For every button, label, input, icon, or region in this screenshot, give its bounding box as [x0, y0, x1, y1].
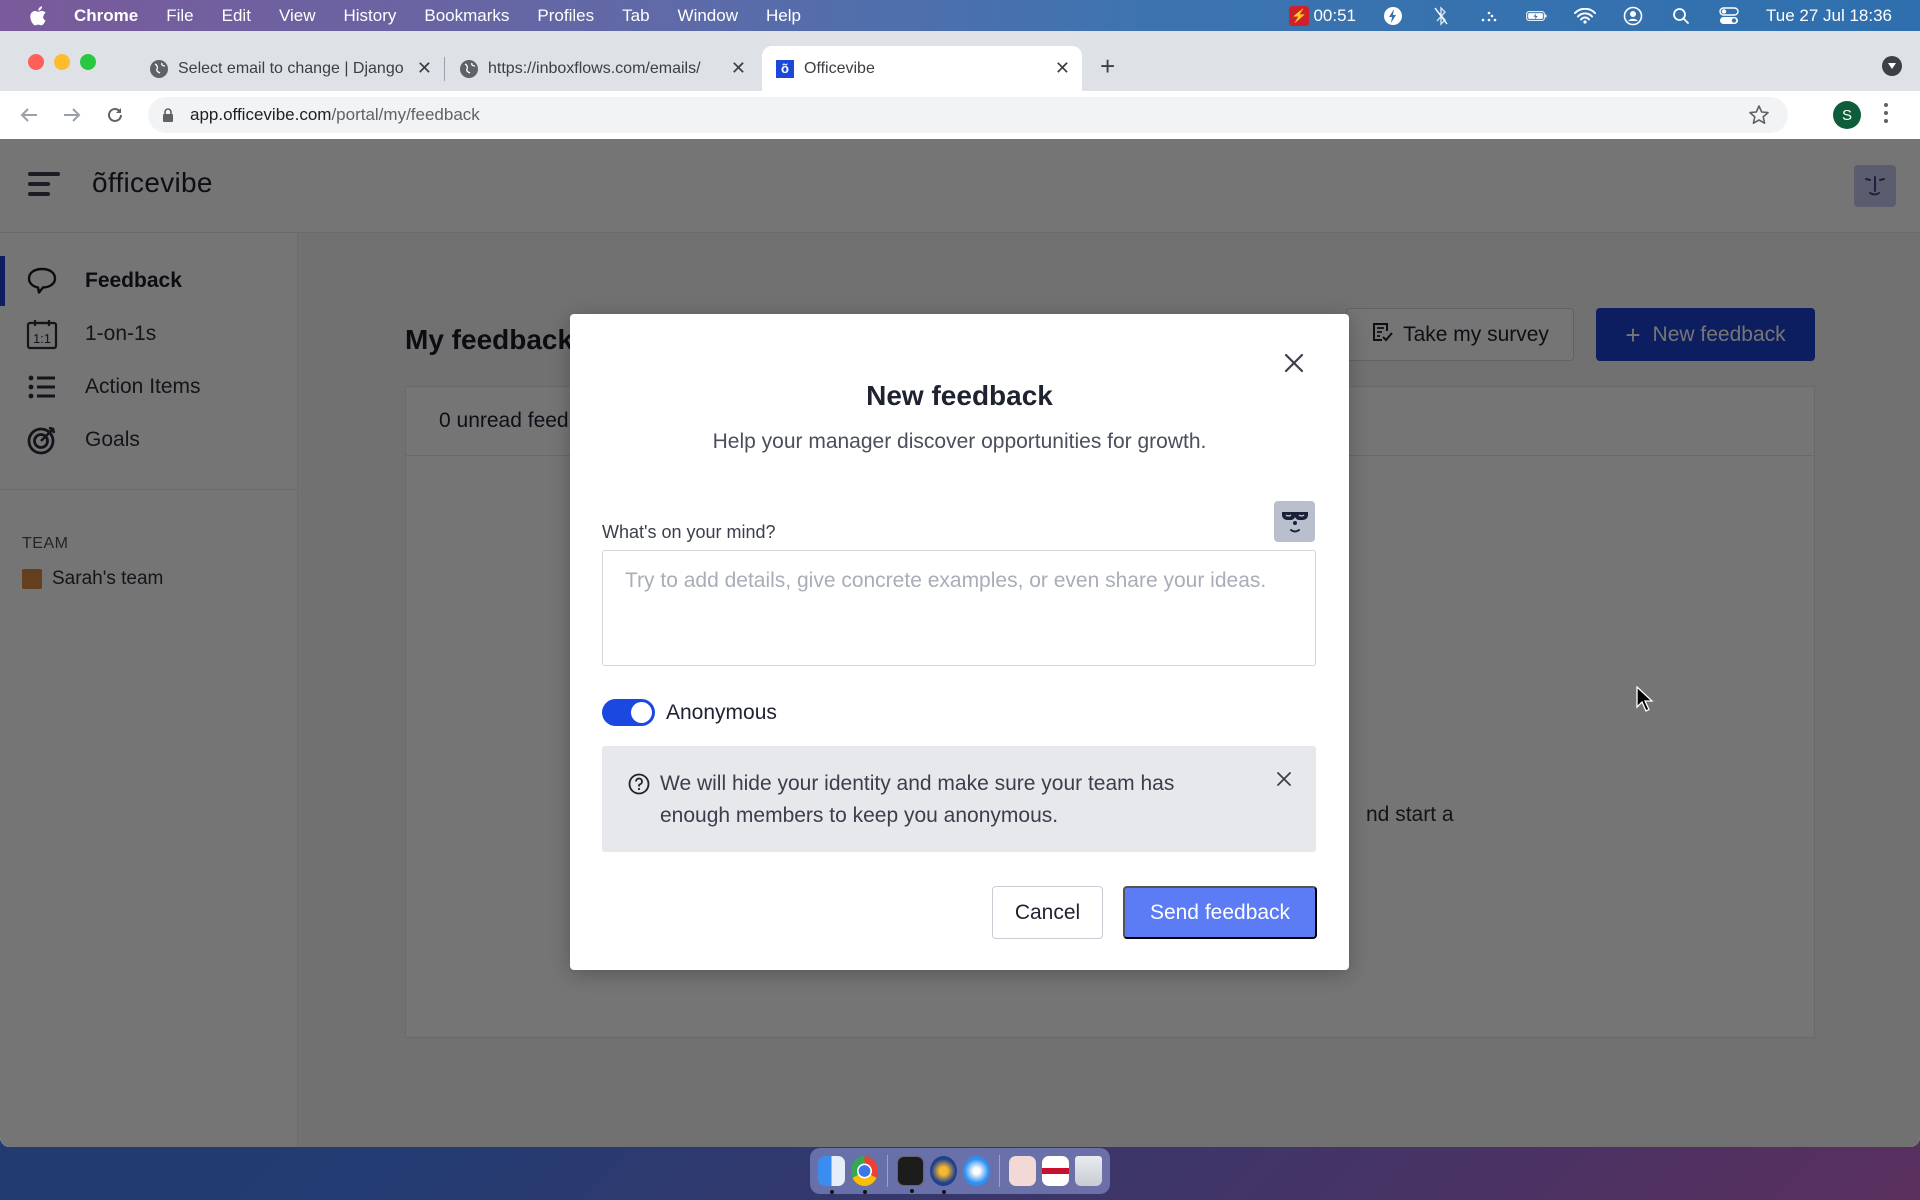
dismiss-info-icon[interactable] [1276, 771, 1292, 787]
tab-django[interactable]: Select email to change | Django ✕ [136, 46, 444, 91]
dock-preview-icon[interactable] [1042, 1156, 1070, 1186]
dock-separator [999, 1155, 1001, 1187]
menu-help[interactable]: Help [766, 6, 801, 26]
send-feedback-button[interactable]: Send feedback [1123, 886, 1317, 939]
reload-button[interactable] [103, 103, 127, 127]
recording-time: 00:51 [1313, 5, 1356, 25]
profile-avatar[interactable]: S [1833, 101, 1861, 129]
user-icon[interactable] [1622, 6, 1644, 26]
dock-terminal-icon[interactable] [896, 1156, 925, 1193]
minimize-window-button[interactable] [54, 54, 70, 70]
feedback-field-label: What's on your mind? [602, 522, 776, 542]
feedback-textarea[interactable] [602, 550, 1316, 666]
dock-chrome-icon[interactable] [851, 1156, 878, 1194]
browser-menu-icon[interactable] [1884, 103, 1888, 123]
menubar-status-area: ⚡ 00:51 Tue 27 Jul 18:36 [1289, 0, 1892, 31]
tab-title: https://inboxflows.com/emails/ [488, 59, 701, 77]
dock-finder-icon[interactable] [818, 1156, 845, 1194]
control-center-icon[interactable] [1718, 6, 1740, 26]
url-host: app.officevibe.com [190, 105, 332, 124]
anonymous-label: Anonymous [666, 700, 777, 724]
anonymous-toggle-row: Anonymous [602, 699, 777, 726]
menu-history[interactable]: History [343, 6, 396, 26]
close-tab-icon[interactable]: ✕ [1055, 58, 1070, 79]
tab-officevibe[interactable]: õ Officevibe ✕ [762, 46, 1082, 91]
cancel-button[interactable]: Cancel [992, 886, 1103, 939]
menu-profiles[interactable]: Profiles [537, 6, 594, 26]
dock-separator [887, 1155, 888, 1187]
dock-reeder-icon[interactable] [930, 1156, 958, 1194]
tab-search-button[interactable] [1882, 56, 1902, 76]
menu-file[interactable]: File [166, 6, 193, 26]
dock-safari-icon[interactable] [963, 1156, 991, 1186]
menu-tab[interactable]: Tab [622, 6, 649, 26]
screen-recording-indicator[interactable]: ⚡ 00:51 [1289, 5, 1356, 26]
globe-icon [150, 59, 168, 78]
search-icon[interactable] [1670, 6, 1692, 26]
new-tab-button[interactable]: + [1100, 51, 1115, 82]
close-window-button[interactable] [28, 54, 44, 70]
close-tab-icon[interactable]: ✕ [417, 58, 432, 79]
anonymity-info-text: We will hide your identity and make sure… [660, 772, 1175, 827]
menu-app-name[interactable]: Chrome [74, 6, 138, 26]
macos-dock [810, 1148, 1110, 1194]
modal-subtitle: Help your manager discover opportunities… [712, 430, 1207, 453]
browser-toolbar: app.officevibe.com/portal/my/feedback S [0, 91, 1920, 139]
modal-title: New feedback [866, 380, 1053, 411]
new-feedback-modal: New feedback Help your manager discover … [570, 314, 1349, 970]
window-controls [28, 54, 96, 70]
bookmark-star-icon[interactable] [1748, 104, 1770, 131]
tab-separator [444, 57, 445, 81]
back-button[interactable] [17, 103, 41, 127]
tab-strip: Select email to change | Django ✕ https:… [0, 31, 1920, 91]
menu-window[interactable]: Window [678, 6, 738, 26]
dock-documents-icon[interactable] [1009, 1156, 1037, 1186]
recording-icon: ⚡ [1289, 5, 1310, 26]
tab-title: Officevibe [804, 59, 875, 77]
dock-trash-icon[interactable] [1075, 1156, 1103, 1186]
question-circle-icon [628, 773, 650, 795]
dots-icon[interactable] [1478, 6, 1500, 26]
url-text: app.officevibe.com/portal/my/feedback [190, 105, 480, 125]
url-path: /portal/my/feedback [331, 105, 480, 124]
anonymous-toggle[interactable] [602, 699, 655, 726]
bluetooth-off-icon[interactable] [1430, 5, 1452, 26]
menu-bookmarks[interactable]: Bookmarks [424, 6, 509, 26]
apple-menu-icon[interactable] [28, 5, 48, 26]
lock-icon[interactable] [162, 107, 176, 123]
tab-inboxflows[interactable]: https://inboxflows.com/emails/ ✕ [446, 46, 758, 91]
macos-menubar: Chrome File Edit View History Bookmarks … [0, 0, 1920, 31]
mouse-cursor-icon [1636, 685, 1654, 712]
toggle-knob [631, 702, 652, 723]
wifi-icon[interactable] [1573, 6, 1596, 26]
close-tab-icon[interactable]: ✕ [731, 58, 746, 79]
lightning-icon[interactable] [1382, 6, 1404, 26]
mood-avatar-icon[interactable] [1274, 501, 1315, 542]
close-modal-icon[interactable] [1283, 352, 1305, 374]
anonymity-info-box: We will hide your identity and make sure… [602, 746, 1316, 852]
menu-view[interactable]: View [279, 6, 316, 26]
forward-button[interactable] [60, 103, 84, 127]
officevibe-favicon-icon: õ [776, 59, 794, 78]
battery-charging-icon[interactable] [1526, 6, 1548, 26]
address-bar[interactable]: app.officevibe.com/portal/my/feedback [148, 97, 1788, 133]
menu-edit[interactable]: Edit [222, 6, 251, 26]
tab-title: Select email to change | Django [178, 59, 404, 77]
zoom-window-button[interactable] [80, 54, 96, 70]
menubar-clock[interactable]: Tue 27 Jul 18:36 [1766, 6, 1892, 26]
globe-icon [460, 59, 478, 78]
